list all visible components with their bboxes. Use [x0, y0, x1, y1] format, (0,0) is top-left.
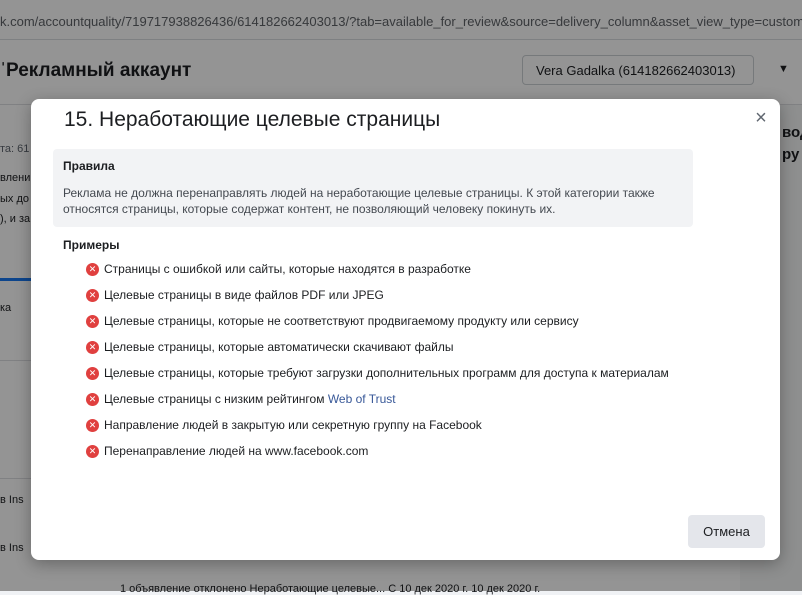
close-icon[interactable]: ×	[749, 107, 773, 131]
examples-heading: Примеры	[63, 238, 120, 252]
error-x-icon: ✕	[86, 367, 99, 380]
error-x-icon: ✕	[86, 445, 99, 458]
error-x-icon: ✕	[86, 289, 99, 302]
rules-heading: Правила	[63, 159, 115, 173]
error-x-icon: ✕	[86, 419, 99, 432]
policy-dialog: 15. Неработающие целевые страницы × Прав…	[31, 99, 780, 560]
error-x-icon: ✕	[86, 263, 99, 276]
list-item: ✕ Целевые страницы, которые не соответст…	[86, 314, 686, 329]
list-item: ✕ Целевые страницы с низким рейтингом We…	[86, 392, 686, 407]
rules-section: Правила Реклама не должна перенаправлять…	[53, 149, 693, 227]
error-x-icon: ✕	[86, 315, 99, 328]
list-item: ✕ Направление людей в закрытую или секре…	[86, 418, 686, 433]
error-x-icon: ✕	[86, 341, 99, 354]
web-of-trust-link[interactable]: Web of Trust	[328, 392, 396, 406]
cancel-button[interactable]: Отмена	[688, 515, 765, 548]
list-item: ✕ Целевые страницы, которые требуют загр…	[86, 366, 686, 381]
list-item: ✕ Перенаправление людей на www.facebook.…	[86, 444, 686, 459]
list-item: ✕ Целевые страницы, которые автоматическ…	[86, 340, 686, 355]
list-item: ✕ Страницы с ошибкой или сайты, которые …	[86, 262, 686, 277]
list-item: ✕ Целевые страницы в виде файлов PDF или…	[86, 288, 686, 303]
examples-list: ✕ Страницы с ошибкой или сайты, которые …	[86, 262, 686, 470]
rules-text: Реклама не должна перенаправлять людей н…	[63, 186, 655, 216]
error-x-icon: ✕	[86, 393, 99, 406]
dialog-title: 15. Неработающие целевые страницы	[64, 108, 441, 131]
